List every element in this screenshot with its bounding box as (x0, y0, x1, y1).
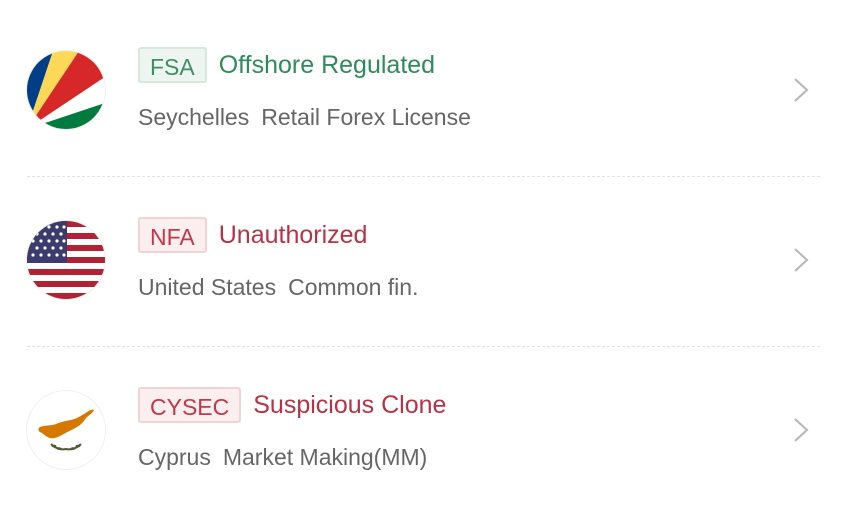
regulator-badge: NFA (138, 217, 207, 253)
regulator-badge: CYSEC (138, 387, 242, 423)
regulator-details: Cyprus Market Making(MM) (138, 444, 427, 471)
regulation-status: Offshore Regulated (218, 51, 436, 79)
regulation-status: Suspicious Clone (253, 391, 447, 419)
regulator-list: FSA Offshore Regulated Seychelles Retail … (0, 0, 848, 490)
regulator-row-cysec[interactable]: CYSEC Suspicious Clone Cyprus Market Maki… (0, 346, 848, 516)
regulator-row-nfa[interactable]: NFA Unauthorized United States Common fin… (0, 176, 848, 346)
license-type: Market Making(MM) (222, 444, 428, 470)
chevron-right-icon[interactable] (790, 76, 814, 104)
regulator-row-fsa[interactable]: FSA Offshore Regulated Seychelles Retail … (0, 6, 848, 176)
regulator-heading: FSA Offshore Regulated (138, 45, 435, 85)
license-type: Common fin. (288, 274, 419, 300)
chevron-right-icon[interactable] (790, 416, 814, 444)
regulator-heading: NFA Unauthorized (138, 215, 367, 255)
regulator-country: Seychelles (138, 104, 250, 130)
chevron-right-icon[interactable] (790, 246, 814, 274)
regulator-details: Seychelles Retail Forex License (138, 104, 471, 131)
united-states-flag-icon (27, 221, 105, 299)
seychelles-flag-icon (27, 51, 105, 129)
regulation-status: Unauthorized (218, 221, 368, 249)
regulator-details: United States Common fin. (138, 274, 418, 301)
regulator-heading: CYSEC Suspicious Clone (138, 385, 446, 425)
license-type: Retail Forex License (261, 104, 471, 130)
regulator-country: Cyprus (138, 444, 211, 470)
regulator-badge: FSA (138, 47, 207, 83)
regulator-country: United States (138, 274, 277, 300)
cyprus-flag-icon (27, 391, 105, 469)
